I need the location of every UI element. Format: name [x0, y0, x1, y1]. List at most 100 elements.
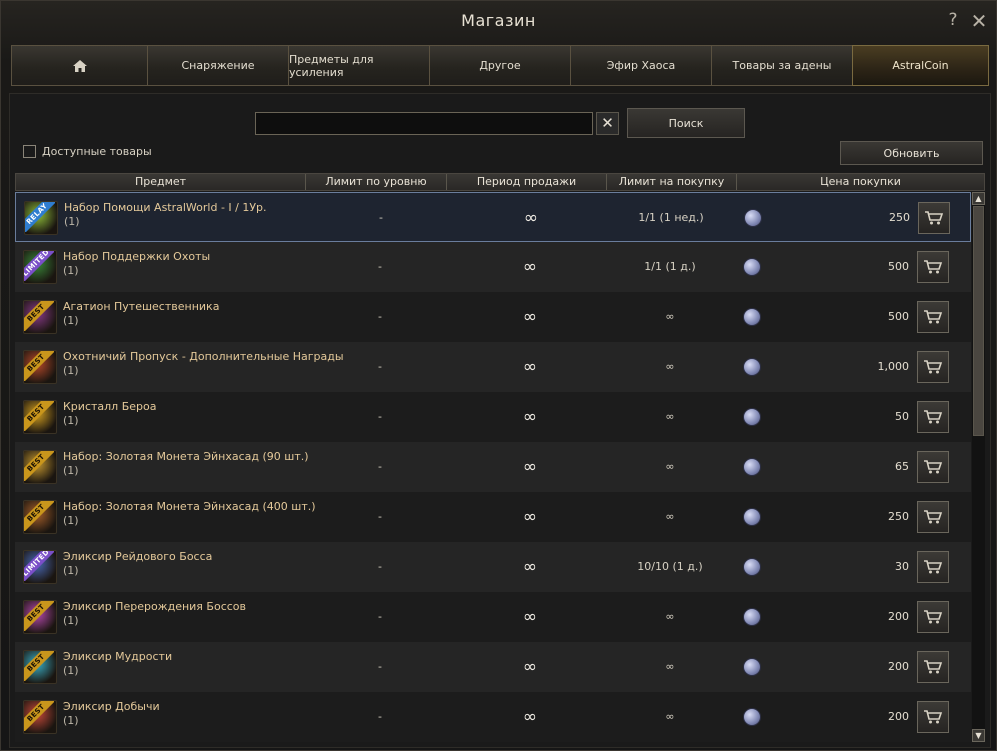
item-icon: BEST	[23, 650, 57, 684]
table-row[interactable]: RELAY Набор Помощи AstralWorld - I / 1Ур…	[15, 192, 971, 242]
item-name: Набор Поддержки Охоты	[63, 250, 211, 263]
badge-label: BEST	[24, 301, 54, 331]
badge-label: LIMITED	[24, 251, 54, 281]
purchase-limit: 1/1 (1 д.)	[644, 260, 696, 273]
item-name: Набор Помощи AstralWorld - I / 1Ур.	[64, 201, 267, 214]
available-checkbox[interactable]	[23, 145, 36, 158]
badge-label: LIMITED	[24, 551, 54, 581]
buy-button[interactable]	[917, 551, 949, 583]
tab-chaos-ether[interactable]: Эфир Хаоса	[570, 45, 711, 86]
available-label: Доступные товары	[42, 145, 152, 158]
column-price[interactable]: Цена покупки	[737, 174, 984, 190]
level-limit: -	[378, 310, 382, 323]
column-item[interactable]: Предмет	[16, 174, 306, 190]
item-quantity: (1)	[63, 414, 79, 427]
home-icon	[72, 59, 87, 72]
buy-button[interactable]	[917, 601, 949, 633]
column-sale-period[interactable]: Период продажи	[447, 174, 607, 190]
buy-button[interactable]	[917, 451, 949, 483]
item-quantity: (1)	[63, 264, 79, 277]
item-price: 200	[888, 710, 909, 723]
close-button[interactable]: ✕	[968, 10, 990, 32]
buy-button[interactable]	[917, 301, 949, 333]
badge-label: BEST	[24, 351, 54, 381]
buy-button[interactable]	[917, 651, 949, 683]
search-button[interactable]: Поиск	[627, 108, 745, 138]
item-price: 500	[888, 260, 909, 273]
table-row[interactable]: BEST Эликсир Мудрости (1) - ∞ ∞ 200	[15, 642, 971, 692]
item-price: 1,000	[877, 360, 910, 373]
clear-search-button[interactable]: ✕	[596, 112, 619, 135]
item-name: Эликсир Перерождения Боссов	[63, 600, 247, 613]
item-name: Эликсир Добычи	[63, 700, 160, 713]
tab-equipment[interactable]: Снаряжение	[147, 45, 288, 86]
buy-button[interactable]	[917, 501, 949, 533]
column-purchase-limit[interactable]: Лимит на покупку	[607, 174, 737, 190]
sale-period: ∞	[522, 407, 538, 427]
search-input[interactable]	[255, 112, 593, 135]
item-badge: LIMITED	[24, 251, 54, 281]
buy-button[interactable]	[917, 251, 949, 283]
buy-button[interactable]	[917, 351, 949, 383]
table-row[interactable]: BEST Набор: Золотая Монета Эйнхасад (400…	[15, 492, 971, 542]
table-row[interactable]: BEST Эликсир Добычи (1) - ∞ ∞ 200	[15, 692, 971, 742]
table-row[interactable]: LIMITED Эликсир Рейдового Босса (1) - ∞ …	[15, 542, 971, 592]
item-icon: BEST	[23, 700, 57, 734]
shop-window: Магазин ? ✕ Снаряжение Предметы для усил…	[0, 0, 997, 751]
scrollbar[interactable]: ▲ ▼	[972, 192, 985, 742]
scroll-thumb[interactable]	[973, 206, 984, 436]
tab-other[interactable]: Другое	[429, 45, 570, 86]
cart-icon	[924, 410, 943, 424]
title-bar: Магазин ? ✕	[1, 1, 996, 41]
purchase-limit: ∞	[665, 410, 675, 423]
level-limit: -	[378, 410, 382, 423]
buy-button[interactable]	[917, 701, 949, 733]
refresh-button[interactable]: Обновить	[840, 141, 983, 165]
sale-period: ∞	[522, 557, 538, 577]
available-filter[interactable]: Доступные товары	[23, 145, 152, 158]
tab-home[interactable]	[11, 45, 147, 86]
cart-icon	[925, 211, 944, 225]
tab-enhancement[interactable]: Предметы для усиления	[288, 45, 429, 86]
item-price: 250	[888, 510, 909, 523]
scroll-down-button[interactable]: ▼	[972, 729, 985, 742]
level-limit: -	[378, 660, 382, 673]
astralcoin-icon	[743, 408, 761, 426]
item-badge: RELAY	[25, 202, 55, 232]
buy-button[interactable]	[918, 202, 950, 234]
sale-period: ∞	[522, 657, 538, 677]
badge-label: BEST	[24, 601, 54, 631]
window-title: Магазин	[461, 11, 536, 30]
item-quantity: (1)	[63, 614, 79, 627]
item-quantity: (1)	[64, 215, 80, 228]
item-price: 200	[888, 660, 909, 673]
table-row[interactable]: BEST Охотничий Пропуск - Дополнительные …	[15, 342, 971, 392]
badge-label: RELAY	[25, 202, 55, 232]
table-row[interactable]: BEST Эликсир Перерождения Боссов (1) - ∞…	[15, 592, 971, 642]
table-row[interactable]: LIMITED Набор Поддержки Охоты (1) - ∞ 1/…	[15, 242, 971, 292]
level-limit: -	[378, 710, 382, 723]
table-row[interactable]: BEST Кристалл Бероа (1) - ∞ ∞ 50	[15, 392, 971, 442]
scroll-up-button[interactable]: ▲	[972, 192, 985, 205]
item-name: Кристалл Бероа	[63, 400, 157, 413]
tab-astralcoin[interactable]: AstralCoin	[852, 45, 989, 86]
cart-icon	[924, 560, 943, 574]
table-row[interactable]: BEST Набор: Золотая Монета Эйнхасад (90 …	[15, 442, 971, 492]
table-row[interactable]: BEST Агатион Путешественника (1) - ∞ ∞ 5…	[15, 292, 971, 342]
item-icon: RELAY	[24, 201, 58, 235]
buy-button[interactable]	[917, 401, 949, 433]
badge-label: BEST	[24, 701, 54, 731]
help-button[interactable]: ?	[945, 10, 961, 32]
category-tabs: Снаряжение Предметы для усиления Другое …	[11, 45, 989, 86]
purchase-limit: ∞	[665, 460, 675, 473]
sale-period: ∞	[523, 208, 539, 228]
tab-adena-goods[interactable]: Товары за адены	[711, 45, 852, 86]
astralcoin-icon	[743, 358, 761, 376]
item-price: 65	[895, 460, 909, 473]
level-limit: -	[378, 460, 382, 473]
item-quantity: (1)	[63, 314, 79, 327]
item-icon: BEST	[23, 500, 57, 534]
cart-icon	[924, 610, 943, 624]
astralcoin-icon	[744, 209, 762, 227]
column-level-limit[interactable]: Лимит по уровню	[306, 174, 447, 190]
